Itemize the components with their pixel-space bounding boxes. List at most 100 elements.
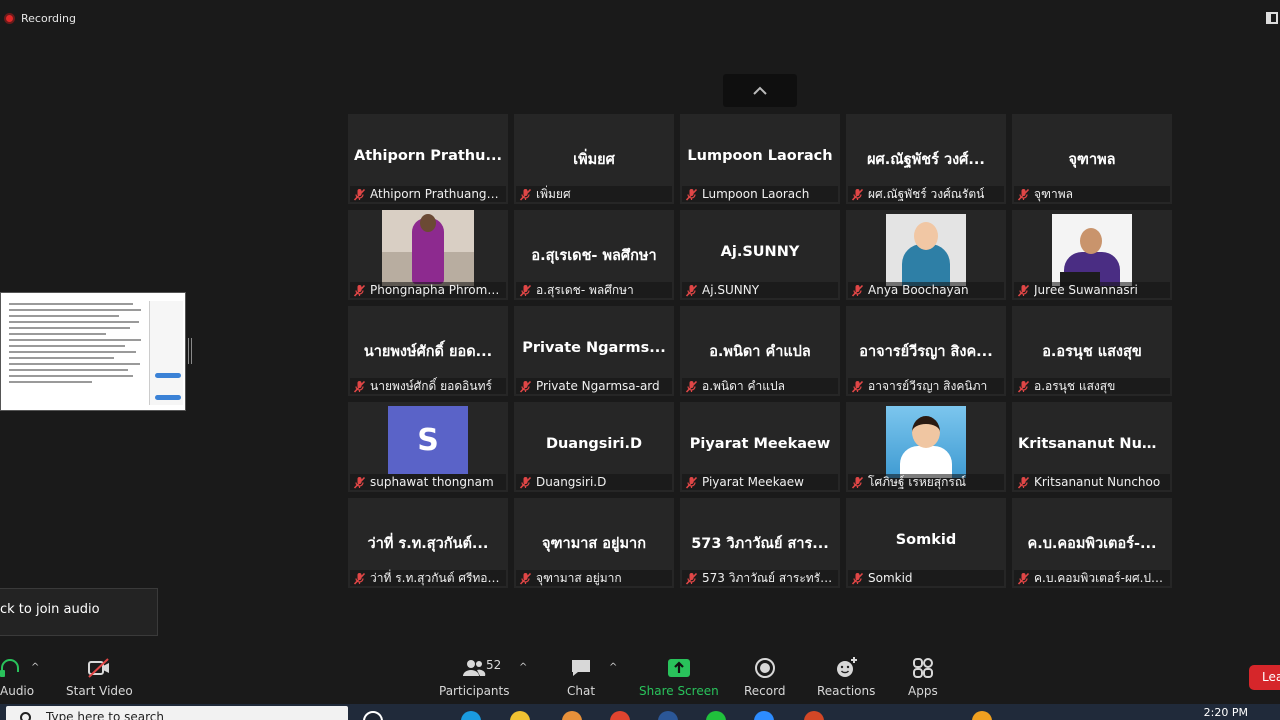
participant-name: Phongnapha Phromkat <box>370 283 503 297</box>
chat-label: Chat <box>567 684 596 698</box>
participant-tile[interactable]: Aj.SUNNY Aj.SUNNY <box>680 210 840 300</box>
participant-name-bar: Somkid <box>848 570 1004 586</box>
chrome-browser-icon[interactable] <box>610 711 630 720</box>
participant-video <box>886 214 966 286</box>
record-button[interactable]: Record <box>744 656 785 698</box>
share-screen-button[interactable]: Share Screen <box>639 656 719 698</box>
cortana-icon[interactable] <box>363 711 383 720</box>
mic-muted-icon <box>519 188 532 201</box>
search-icon <box>20 712 31 720</box>
participant-display-name: Athiporn Prathu... <box>354 148 502 164</box>
participant-tile[interactable]: เพิ่มยศ เพิ่มยศ <box>514 114 674 204</box>
participant-tile[interactable]: Athiporn Prathu... Athiporn Prathuangset <box>348 114 508 204</box>
taskbar-clock[interactable]: 2:20 PM <box>1204 706 1248 719</box>
participant-tile[interactable]: ผศ.ณัฐพัชร์ วงศ์... ผศ.ณัฐพัชร์ วงศ์ณรัต… <box>846 114 1006 204</box>
participant-display-name: ค.บ.คอมพิวเตอร์-... <box>1027 536 1157 552</box>
participant-tile[interactable]: ว่าที่ ร.ท.สุวกันต์... ว่าที่ ร.ท.สุวกัน… <box>348 498 508 588</box>
participant-video <box>1052 214 1132 286</box>
audio-options-caret-icon[interactable]: ^ <box>31 662 39 673</box>
participant-name: Piyarat Meekaew <box>702 475 804 489</box>
edge-browser-icon[interactable] <box>461 711 481 720</box>
mic-muted-icon <box>1017 284 1030 297</box>
participant-name-bar: Aj.SUNNY <box>682 282 838 298</box>
participants-icon <box>463 660 486 676</box>
participant-name: เพิ่มยศ <box>536 186 571 201</box>
participant-tile[interactable]: โศภิษฐ์ เรหยสุกรณ์ <box>846 402 1006 492</box>
mic-muted-icon <box>1017 380 1030 393</box>
participant-display-name: อ.อรนุช แสงสุข <box>1042 344 1142 360</box>
participant-video <box>382 210 474 286</box>
participant-tile[interactable]: Private Ngarms... Private Ngarmsa-ard <box>514 306 674 396</box>
participant-name: ค.บ.คอมพิวเตอร์-ผศ.ปรีย... <box>1034 570 1167 585</box>
participant-display-name: ว่าที่ ร.ท.สุวกันต์... <box>367 536 489 552</box>
file-explorer-icon[interactable] <box>510 711 530 720</box>
mic-muted-icon <box>519 380 532 393</box>
participant-name: 573 วิภาวัณย์ สาระทรัพย์ <box>702 570 835 585</box>
audio-label: Audio <box>0 684 35 698</box>
video-off-icon <box>88 658 110 678</box>
participant-tile[interactable]: Somkid Somkid <box>846 498 1006 588</box>
join-audio-tooltip[interactable]: ck to join audio <box>0 588 158 636</box>
leave-button[interactable]: Leave <box>1249 665 1280 690</box>
participant-tile[interactable]: Lumpoon Laorach Lumpoon Laorach <box>680 114 840 204</box>
mic-muted-icon <box>353 284 366 297</box>
audio-button[interactable]: Audio <box>0 656 34 698</box>
view-layout-icon[interactable] <box>1266 12 1278 24</box>
participant-name-bar: จุฑามาส อยู่มาก <box>516 570 672 586</box>
reactions-button[interactable]: Reactions <box>817 656 875 698</box>
participant-tile[interactable]: อาจารย์วีรญา สิงค... อาจารย์วีรญา สิงคนิ… <box>846 306 1006 396</box>
record-icon <box>754 658 775 678</box>
participant-name: Somkid <box>868 571 913 585</box>
participant-tile[interactable]: Duangsiri.D Duangsiri.D <box>514 402 674 492</box>
mic-muted-icon <box>685 476 698 489</box>
headphone-icon <box>0 659 20 677</box>
mic-muted-icon <box>1017 188 1030 201</box>
line-app-icon[interactable] <box>706 711 726 720</box>
participant-tile[interactable]: S suphawat thongnam <box>348 402 508 492</box>
chat-options-caret-icon[interactable]: ^ <box>609 662 617 673</box>
participant-display-name: Somkid <box>895 532 957 548</box>
chat-button[interactable]: Chat <box>567 656 595 698</box>
participant-name: อ.พนิดา คำแปล <box>702 378 785 393</box>
participant-tile[interactable]: Phongnapha Phromkat <box>348 210 508 300</box>
start-video-button[interactable]: Start Video <box>66 656 133 698</box>
taskbar-search-box[interactable]: Type here to search <box>6 706 348 720</box>
participant-tile[interactable]: จุฑาพล จุฑาพล <box>1012 114 1172 204</box>
participant-name-bar: ว่าที่ ร.ท.สุวกันต์ ศรีทองสั้... <box>350 570 506 586</box>
participant-name: โศภิษฐ์ เรหยสุกรณ์ <box>868 474 966 489</box>
recording-indicator[interactable]: Recording <box>4 12 76 25</box>
thumbnail-resize-handle[interactable] <box>188 338 192 364</box>
participant-tile[interactable]: Kritsananut Nun... Kritsananut Nunchoo <box>1012 402 1172 492</box>
shared-screen-thumbnail[interactable] <box>0 292 186 411</box>
zoom-app-icon[interactable] <box>754 711 774 720</box>
recording-dot-icon <box>4 13 15 24</box>
recording-label: Recording <box>21 12 77 25</box>
word-icon[interactable] <box>658 711 678 720</box>
participant-name-bar: Kritsananut Nunchoo <box>1014 474 1170 490</box>
join-audio-tooltip-text: ck to join audio <box>0 602 100 617</box>
weather-icon[interactable] <box>972 711 992 720</box>
participant-tile[interactable]: อ.สุเรเดช- พลศึกษา อ.สุรเดช- พลศึกษา <box>514 210 674 300</box>
share-screen-label: Share Screen <box>639 684 719 698</box>
participant-tile[interactable]: Piyarat Meekaew Piyarat Meekaew <box>680 402 840 492</box>
powerpoint-icon[interactable] <box>804 711 824 720</box>
participant-name: จุฑามาส อยู่มาก <box>536 570 622 585</box>
participant-tile[interactable]: 573 วิภาวัณย์ สาร... 573 วิภาวัณย์ สาระท… <box>680 498 840 588</box>
participant-tile[interactable]: อ.อรนุช แสงสุข อ.อรนุช แสงสุข <box>1012 306 1172 396</box>
participant-tile[interactable]: อ.พนิดา คำแปล อ.พนิดา คำแปล <box>680 306 840 396</box>
participant-gallery: Athiporn Prathu... Athiporn Prathuangset… <box>348 114 1172 588</box>
gallery-scroll-up-button[interactable] <box>723 74 797 107</box>
mic-muted-icon <box>353 188 366 201</box>
participant-tile[interactable]: Juree Suwannasri <box>1012 210 1172 300</box>
participant-tile[interactable]: ค.บ.คอมพิวเตอร์-... ค.บ.คอมพิวเตอร์-ผศ.ป… <box>1012 498 1172 588</box>
mic-muted-icon <box>1017 476 1030 489</box>
participants-options-caret-icon[interactable]: ^ <box>519 662 527 673</box>
apps-button[interactable]: Apps <box>908 656 938 698</box>
reactions-label: Reactions <box>817 684 876 698</box>
participant-name: อ.สุรเดช- พลศึกษา <box>536 282 634 297</box>
participant-tile[interactable]: นายพงษ์ศักดิ์ ยอด... นายพงษ์ศักดิ์ ยอดอิ… <box>348 306 508 396</box>
paint-icon[interactable] <box>562 711 582 720</box>
participant-name: Aj.SUNNY <box>702 283 760 297</box>
participant-tile[interactable]: จุฑามาส อยู่มาก จุฑามาส อยู่มาก <box>514 498 674 588</box>
participant-tile[interactable]: Anya Boochayan <box>846 210 1006 300</box>
